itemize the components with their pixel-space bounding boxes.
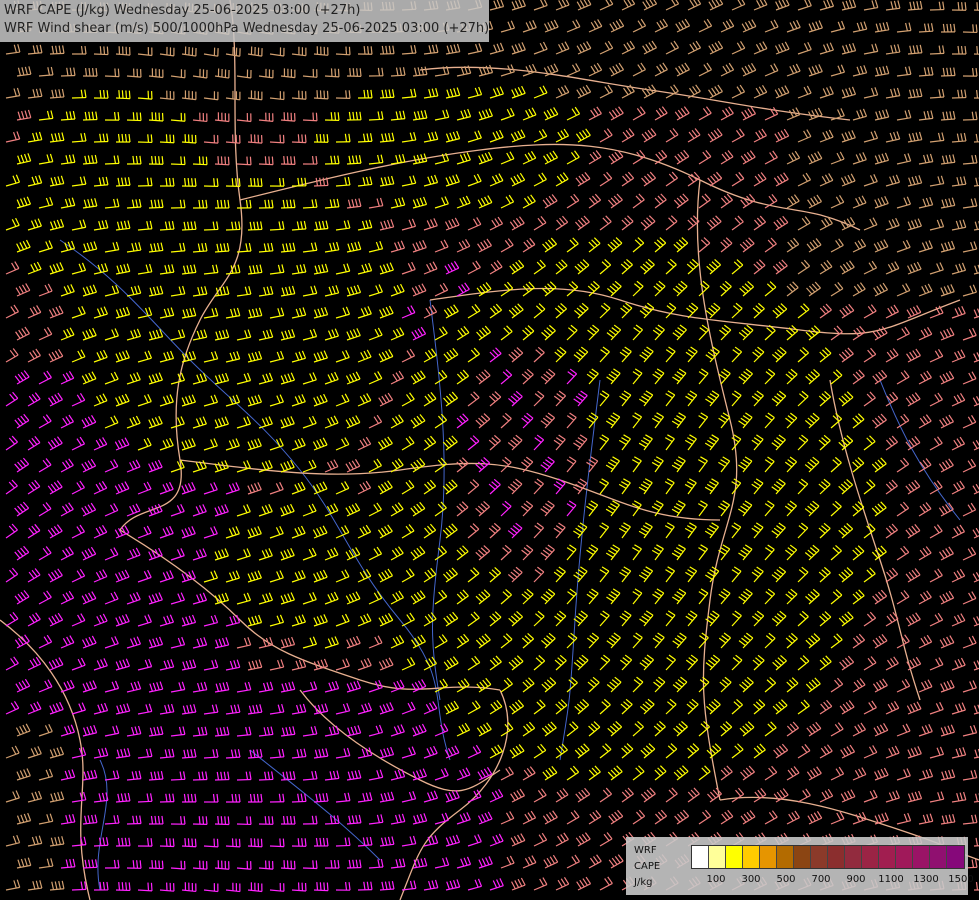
legend-swatch	[913, 846, 930, 868]
legend-swatch	[828, 846, 845, 868]
title-box: WRF CAPE (J/kg) Wednesday 25-06-2025 03:…	[0, 0, 489, 42]
title-cape: WRF CAPE (J/kg) Wednesday 25-06-2025 03:…	[4, 3, 361, 18]
legend-swatch	[930, 846, 947, 868]
legend-swatch	[879, 846, 896, 868]
legend-tick-label: 100	[706, 874, 726, 885]
legend-tick-label: 1100	[878, 874, 904, 885]
legend-tick-label: 1500	[948, 874, 974, 885]
legend-label-cape: CAPE	[634, 861, 661, 872]
legend-swatch	[709, 846, 726, 868]
legend-swatch	[692, 846, 709, 868]
legend-tick-label: 1300	[913, 874, 939, 885]
legend-swatch	[743, 846, 760, 868]
legend-swatch	[777, 846, 794, 868]
legend-swatch	[947, 846, 964, 868]
wind-shear-map	[0, 0, 979, 900]
legend-tick-label: 500	[776, 874, 796, 885]
legend-ticks: 100 300 500 700 900 1100 1300 1500	[691, 874, 974, 888]
legend-swatch	[760, 846, 777, 868]
legend-swatch	[862, 846, 879, 868]
legend-tick-label: 700	[811, 874, 831, 885]
legend-swatch	[845, 846, 862, 868]
cape-legend: WRF CAPE J/kg 100 300 500 700 900 1100 1300 150…	[626, 837, 974, 895]
legend-label-wrf: WRF	[634, 845, 657, 856]
title-wind-shear: WRF Wind shear (m/s) 500/1000hPa Wednesd…	[4, 21, 490, 36]
legend-swatch	[811, 846, 828, 868]
legend-swatch	[794, 846, 811, 868]
legend-tick-label: 900	[846, 874, 866, 885]
legend-color-scale	[691, 845, 965, 869]
legend-swatch	[726, 846, 743, 868]
legend-tick-label: 300	[741, 874, 761, 885]
legend-swatch	[896, 846, 913, 868]
legend-label-unit: J/kg	[634, 877, 653, 888]
